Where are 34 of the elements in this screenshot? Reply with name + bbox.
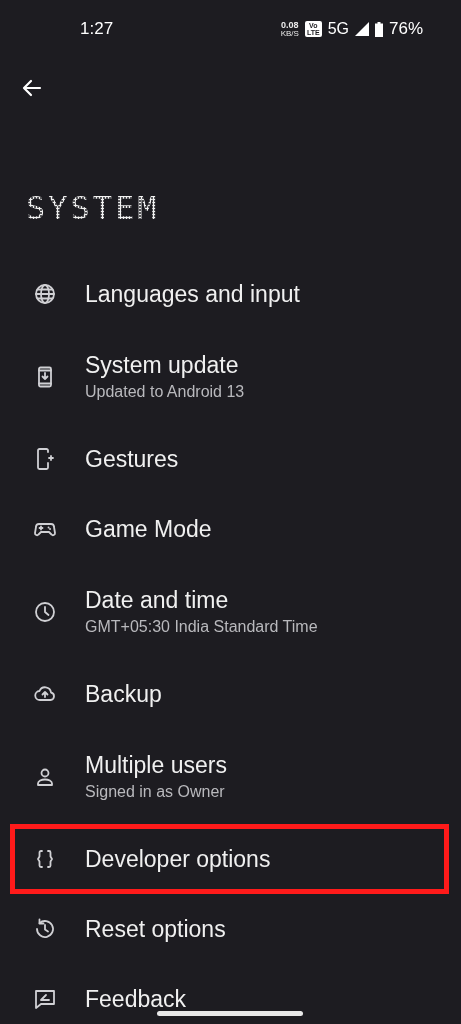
settings-item[interactable]: Languages and input [10, 259, 449, 329]
settings-item[interactable]: Feedback [10, 964, 449, 1024]
item-subtitle: Signed in as Owner [85, 783, 226, 801]
clock-icon [33, 599, 57, 624]
item-title: Backup [85, 680, 162, 708]
item-subtitle: GMT+05:30 India Standard Time [85, 618, 318, 636]
speed-unit: KB/S [280, 29, 299, 38]
network-speed: 0.08 [281, 20, 299, 30]
battery-percent: 76% [388, 19, 423, 39]
history-icon [33, 917, 57, 941]
settings-item[interactable]: System update Updated to Android 13 [10, 329, 449, 424]
settings-item[interactable]: Reset options [10, 894, 449, 964]
settings-item[interactable]: Developer options [10, 824, 449, 894]
signal-icon [354, 22, 369, 36]
item-title: Reset options [85, 915, 226, 943]
globe-icon [33, 282, 57, 306]
item-title: Multiple users [85, 752, 227, 779]
item-title: Date and time [85, 587, 230, 614]
settings-item[interactable]: Game Mode [10, 494, 449, 564]
settings-item[interactable]: Backup [10, 659, 449, 729]
item-title: Game Mode [85, 515, 212, 543]
item-title: System update [85, 352, 240, 379]
settings-item[interactable]: Multiple users Signed in as Owner [10, 729, 449, 824]
battery-icon [374, 21, 383, 37]
item-title: Feedback [85, 985, 186, 1013]
item-title: Developer options [85, 845, 271, 873]
network-type: 5G [327, 20, 349, 38]
item-subtitle: Updated to Android 13 [85, 383, 245, 401]
settings-item[interactable]: Gestures [10, 424, 449, 494]
settings-item[interactable]: Date and time GMT+05:30 India Standard Time [10, 564, 449, 659]
feedback-icon [33, 987, 57, 1011]
item-title: Gestures [85, 445, 179, 473]
item-title: Languages and input [85, 280, 300, 308]
status-time: 1:27 [80, 19, 114, 39]
